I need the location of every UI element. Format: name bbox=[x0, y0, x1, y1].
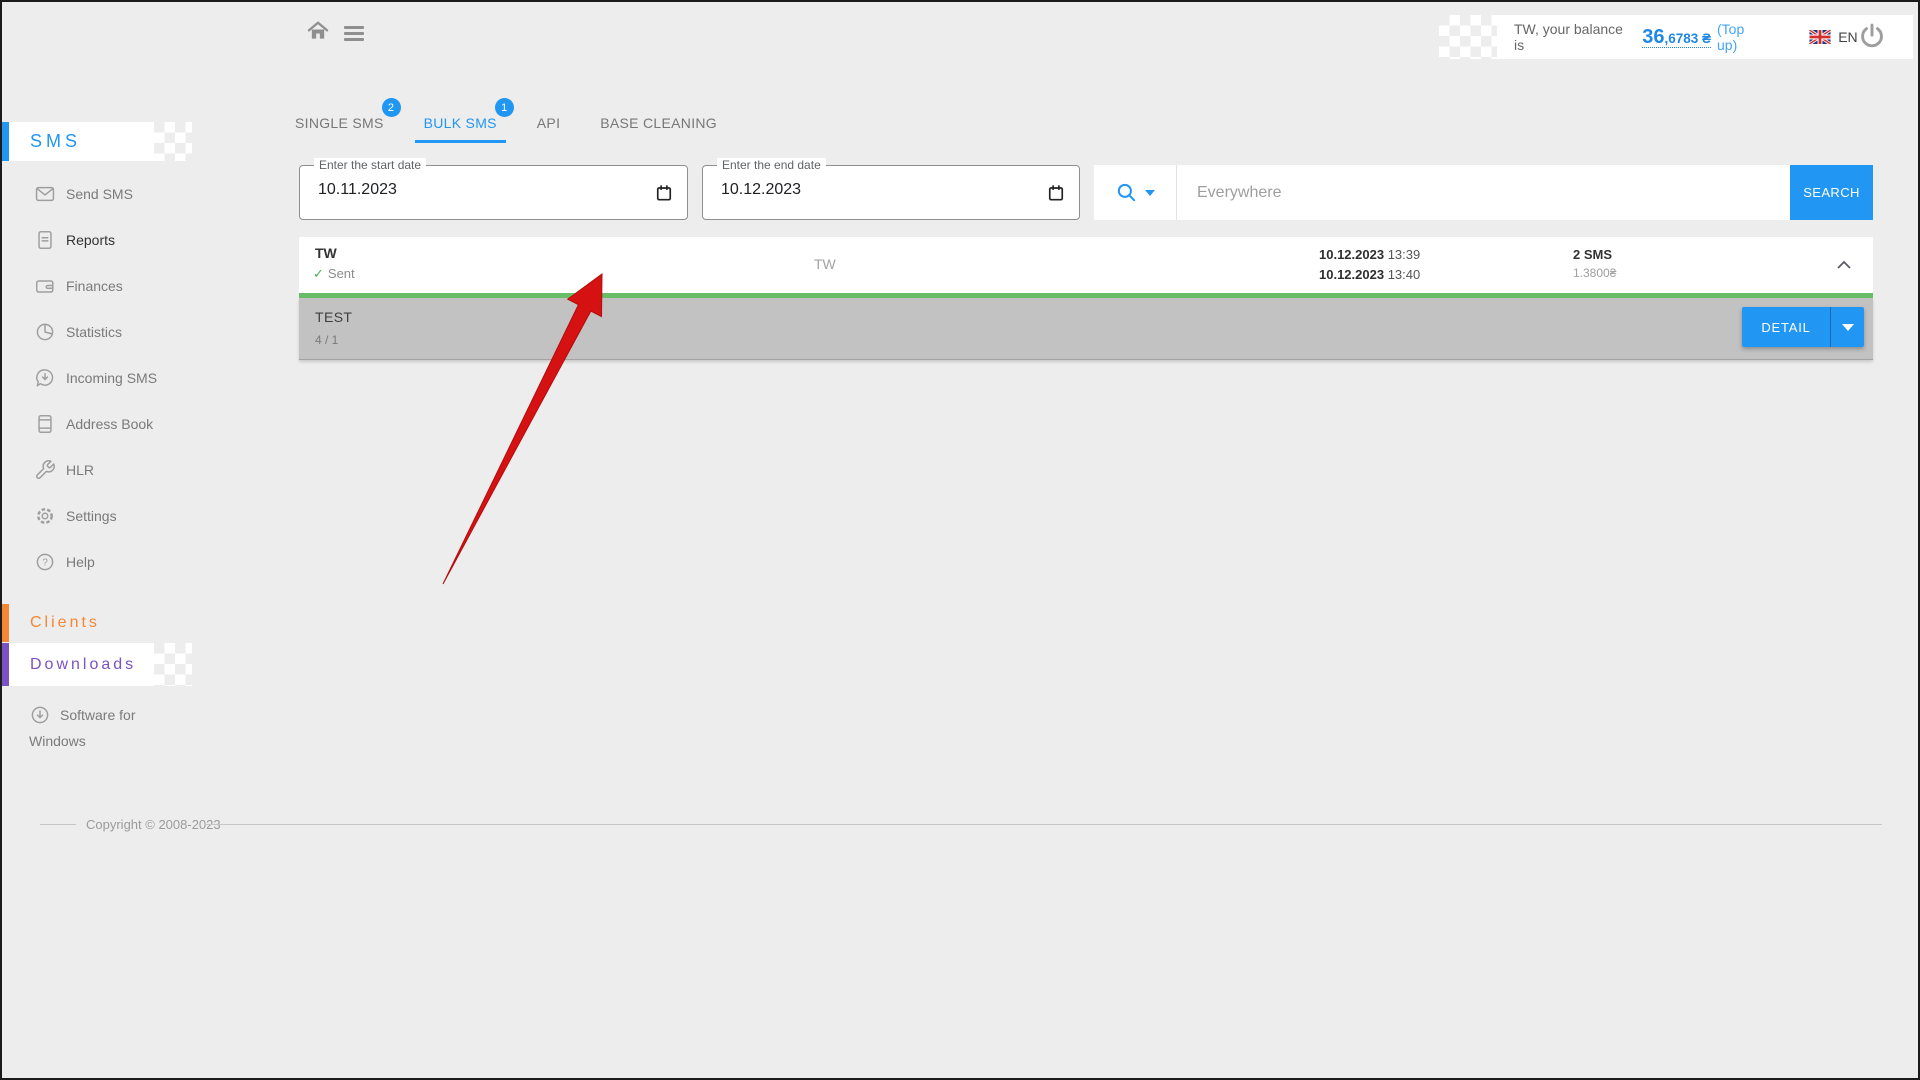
sidebar-item-send-sms[interactable]: Send SMS bbox=[2, 171, 202, 217]
chevron-up-icon[interactable] bbox=[1835, 258, 1853, 271]
sms-dissolve-pattern bbox=[154, 122, 192, 161]
address-book-icon bbox=[34, 413, 56, 435]
sidebar-item-hlr[interactable]: HLR bbox=[2, 447, 202, 493]
result-row[interactable]: TW ✓Sent TW 10.12.2023 13:39 10.12.2023 … bbox=[299, 237, 1873, 293]
sidebar-item-software-windows[interactable]: Software for Windows bbox=[2, 702, 170, 754]
balance-prefix: TW, your balance is bbox=[1514, 21, 1634, 53]
svg-text:?: ? bbox=[42, 558, 48, 569]
power-icon bbox=[1858, 22, 1886, 50]
sidebar-header-sms[interactable]: SMS bbox=[2, 122, 154, 161]
sidebar-item-settings[interactable]: Settings bbox=[2, 493, 202, 539]
pie-chart-icon bbox=[34, 321, 56, 343]
top-up-link[interactable]: (Top up) bbox=[1717, 21, 1767, 53]
search-bar: SEARCH bbox=[1094, 165, 1873, 220]
sidebar-header-downloads[interactable]: Downloads bbox=[2, 643, 154, 686]
language-selector[interactable]: EN bbox=[1838, 29, 1857, 45]
row-sms-count: 2 SMS 1.3800₴ bbox=[1573, 245, 1616, 283]
app-root: TW, your balance is 36,6783 ₴ (Top up) E… bbox=[0, 0, 1920, 1080]
end-date-label: Enter the end date bbox=[717, 158, 826, 172]
row-status: ✓Sent bbox=[313, 266, 355, 282]
sidebar-item-reports[interactable]: Reports bbox=[2, 217, 202, 263]
envelope-icon bbox=[34, 183, 56, 205]
clients-header-label: Clients bbox=[30, 614, 100, 632]
logout-button[interactable] bbox=[1858, 22, 1887, 52]
download-icon bbox=[29, 704, 51, 726]
detail-stats: 4 / 1 bbox=[315, 333, 338, 347]
check-icon: ✓ bbox=[313, 266, 324, 281]
tab-bar: SINGLE SMS 2 BULK SMS 1 API BASE CLEANIN… bbox=[286, 106, 748, 143]
calendar-icon[interactable] bbox=[1046, 183, 1066, 203]
start-date-label: Enter the start date bbox=[314, 158, 426, 172]
start-date-input[interactable] bbox=[316, 180, 620, 200]
row-dates: 10.12.2023 13:39 10.12.2023 13:40 bbox=[1319, 245, 1420, 285]
detail-row: TEST 4 / 1 DETAIL bbox=[299, 298, 1873, 360]
row-cost: 1.3800₴ bbox=[1573, 264, 1616, 283]
row-campaign-name: TW bbox=[814, 256, 836, 272]
sidebar-header-clients[interactable]: Clients bbox=[2, 604, 192, 642]
topbar-dissolve-pattern bbox=[1439, 15, 1497, 59]
sidebar-item-incoming-sms[interactable]: Incoming SMS bbox=[2, 355, 202, 401]
single-sms-badge: 2 bbox=[382, 98, 401, 117]
sms-header-label: SMS bbox=[30, 131, 81, 152]
search-button[interactable]: SEARCH bbox=[1790, 165, 1873, 220]
tab-api[interactable]: API bbox=[528, 106, 569, 143]
downloads-dissolve-pattern bbox=[154, 643, 192, 686]
sidebar-nav: Send SMS Reports Finances Statistics Inc… bbox=[2, 171, 202, 585]
red-arrow-annotation bbox=[2, 2, 1920, 1080]
row-sender: TW bbox=[315, 245, 337, 261]
balance-amount[interactable]: 36,6783 ₴ bbox=[1642, 27, 1711, 48]
tab-bulk-sms[interactable]: BULK SMS 1 bbox=[415, 106, 506, 143]
search-icon bbox=[1115, 181, 1138, 204]
bulk-sms-badge: 1 bbox=[495, 98, 514, 117]
copyright-text: Copyright © 2008-2023 bbox=[86, 817, 221, 832]
footer-divider-right bbox=[204, 824, 1882, 825]
end-date-input[interactable] bbox=[719, 180, 1023, 200]
footer-divider-left bbox=[40, 824, 76, 825]
sidebar-item-help[interactable]: ? Help bbox=[2, 539, 202, 585]
caret-down-icon bbox=[1145, 190, 1155, 196]
tab-single-sms[interactable]: SINGLE SMS 2 bbox=[286, 106, 393, 143]
detail-split-button: DETAIL bbox=[1742, 307, 1864, 347]
detail-caret-icon bbox=[1842, 324, 1854, 331]
detail-dropdown-button[interactable] bbox=[1830, 307, 1864, 347]
home-icon bbox=[305, 18, 331, 44]
search-scope-dropdown[interactable] bbox=[1094, 165, 1177, 220]
balance-panel: TW, your balance is 36,6783 ₴ (Top up) E… bbox=[1497, 15, 1913, 59]
sidebar-item-finances[interactable]: Finances bbox=[2, 263, 202, 309]
search-input[interactable] bbox=[1177, 165, 1790, 220]
wallet-icon bbox=[34, 275, 56, 297]
report-icon bbox=[34, 229, 56, 251]
calendar-icon[interactable] bbox=[654, 183, 674, 203]
sidebar-item-statistics[interactable]: Statistics bbox=[2, 309, 202, 355]
wrench-icon bbox=[34, 459, 56, 481]
sidebar-item-address-book[interactable]: Address Book bbox=[2, 401, 202, 447]
menu-icon[interactable] bbox=[342, 21, 366, 43]
incoming-sms-icon bbox=[34, 367, 56, 389]
end-date-field[interactable]: Enter the end date bbox=[702, 165, 1080, 220]
detail-button[interactable]: DETAIL bbox=[1742, 307, 1830, 347]
tab-base-cleaning[interactable]: BASE CLEANING bbox=[591, 106, 726, 143]
uk-flag-icon bbox=[1809, 30, 1831, 44]
start-date-field[interactable]: Enter the start date bbox=[299, 165, 688, 220]
detail-title: TEST bbox=[315, 309, 352, 325]
help-icon: ? bbox=[34, 551, 56, 573]
gear-icon bbox=[34, 505, 56, 527]
home-button[interactable] bbox=[304, 18, 332, 46]
downloads-header-label: Downloads bbox=[30, 656, 136, 674]
